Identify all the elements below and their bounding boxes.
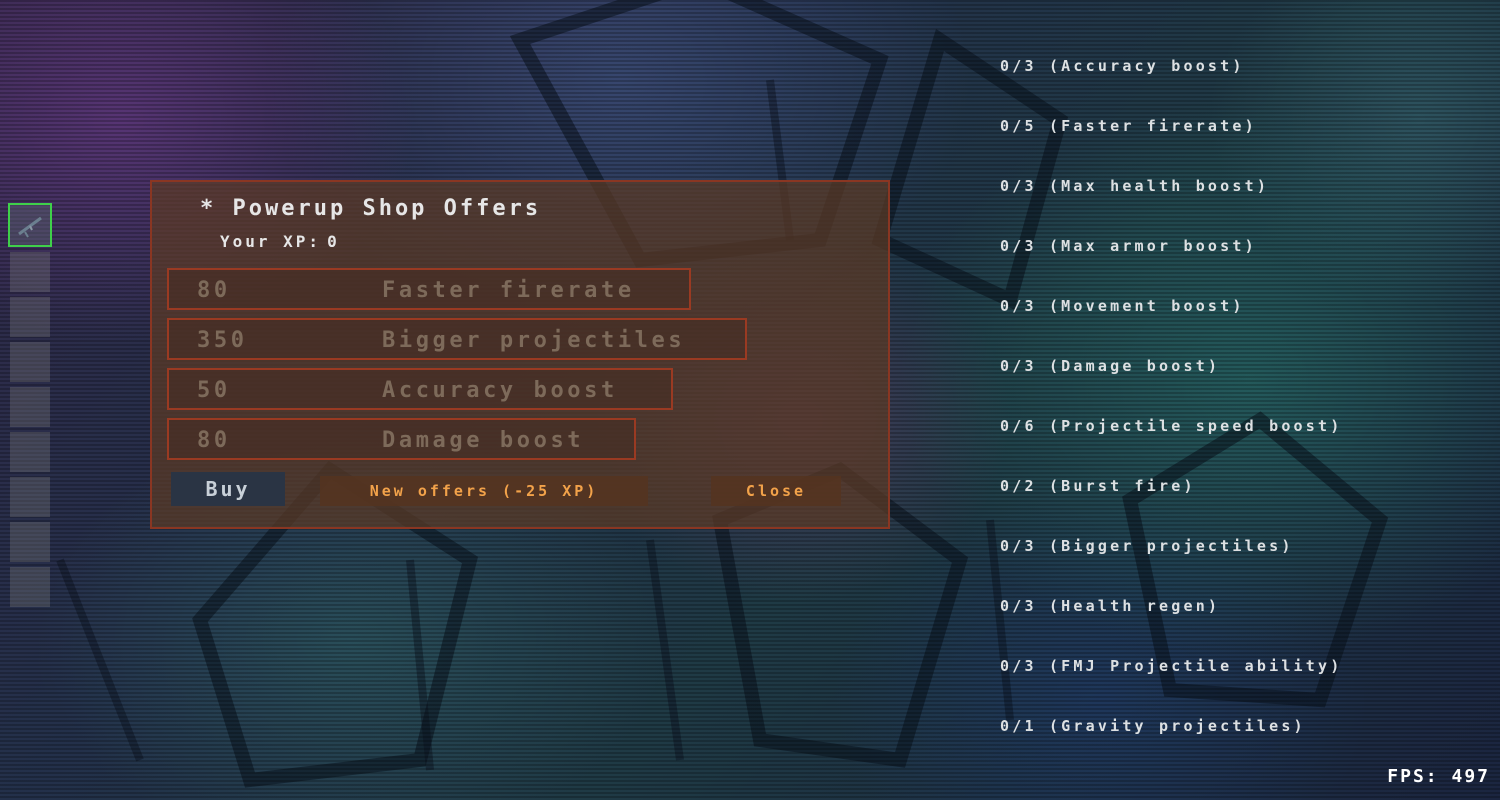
fps-counter: FPS: 497	[1387, 766, 1490, 787]
rifle-icon	[18, 216, 42, 238]
offer-price: 350	[197, 328, 248, 353]
offer-price: 80	[197, 278, 231, 303]
offer-name: Faster firerate	[382, 278, 635, 303]
offer-name: Accuracy boost	[382, 378, 618, 403]
offer-price: 50	[197, 378, 231, 403]
stat-name: (Max health boost)	[1048, 177, 1270, 195]
inventory-slot[interactable]	[10, 477, 50, 517]
buy-button[interactable]: Buy	[171, 472, 285, 506]
stat-name: (Movement boost)	[1048, 297, 1245, 315]
stat-level: 0/3	[1000, 537, 1037, 555]
new-offers-button[interactable]: New offers (-25 XP)	[320, 476, 648, 506]
powerup-shop-panel: * Powerup Shop Offers Your XP: 0 80 Faste…	[150, 180, 890, 529]
stat-row: 0/6 (Projectile speed boost)	[1000, 416, 1342, 436]
stat-row: 0/3 (Accuracy boost)	[1000, 56, 1342, 76]
inventory-slot[interactable]	[10, 387, 50, 427]
offer-name: Damage boost	[382, 428, 585, 453]
stat-level: 0/6	[1000, 417, 1037, 435]
stat-level: 0/3	[1000, 297, 1037, 315]
stat-level: 0/3	[1000, 357, 1037, 375]
stat-row: 0/3 (Bigger projectiles)	[1000, 536, 1342, 556]
offer-faster-firerate[interactable]: 80 Faster firerate	[167, 268, 691, 310]
stat-level: 0/5	[1000, 117, 1037, 135]
stat-row: 0/3 (Max health boost)	[1000, 176, 1342, 196]
offer-name: Bigger projectiles	[382, 328, 686, 353]
stat-name: (Accuracy boost)	[1048, 57, 1245, 75]
stat-name: (Gravity projectiles)	[1048, 717, 1306, 735]
stat-level: 0/3	[1000, 657, 1037, 675]
inventory-slot[interactable]	[10, 252, 50, 292]
stat-level: 0/2	[1000, 477, 1037, 495]
stat-row: 0/3 (Damage boost)	[1000, 356, 1342, 376]
stat-level: 0/3	[1000, 597, 1037, 615]
inventory-slot[interactable]	[10, 567, 50, 607]
stat-row: 0/5 (Faster firerate)	[1000, 116, 1342, 136]
offer-accuracy-boost[interactable]: 50 Accuracy boost	[167, 368, 673, 410]
inventory-hotbar	[8, 203, 52, 612]
stat-name: (Projectile speed boost)	[1048, 417, 1343, 435]
inventory-slot[interactable]	[10, 522, 50, 562]
inventory-slot[interactable]	[10, 297, 50, 337]
offer-price: 80	[197, 428, 231, 453]
stat-name: (FMJ Projectile ability)	[1048, 657, 1343, 675]
stat-name: (Max armor boost)	[1048, 237, 1257, 255]
stat-row: 0/1 (Gravity projectiles)	[1000, 716, 1342, 736]
stat-name: (Damage boost)	[1048, 357, 1221, 375]
offer-damage-boost[interactable]: 80 Damage boost	[167, 418, 636, 460]
stat-level: 0/1	[1000, 717, 1037, 735]
stat-name: (Burst fire)	[1048, 477, 1196, 495]
offer-bigger-projectiles[interactable]: 350 Bigger projectiles	[167, 318, 747, 360]
close-button[interactable]: Close	[711, 476, 841, 506]
shop-title: * Powerup Shop Offers	[200, 196, 542, 221]
xp-value: 0	[327, 232, 340, 251]
stat-level: 0/3	[1000, 177, 1037, 195]
stat-row: 0/3 (Max armor boost)	[1000, 236, 1342, 256]
stat-name: (Bigger projectiles)	[1048, 537, 1294, 555]
xp-display: Your XP: 0	[220, 232, 340, 251]
stat-level: 0/3	[1000, 237, 1037, 255]
stat-row: 0/3 (Health regen)	[1000, 596, 1342, 616]
stat-level: 0/3	[1000, 57, 1037, 75]
stat-name: (Faster firerate)	[1048, 117, 1257, 135]
inventory-slot-selected[interactable]	[8, 203, 52, 247]
inventory-slot[interactable]	[10, 342, 50, 382]
inventory-slot[interactable]	[10, 432, 50, 472]
stat-row: 0/2 (Burst fire)	[1000, 476, 1342, 496]
stat-row: 0/3 (Movement boost)	[1000, 296, 1342, 316]
stat-row: 0/3 (FMJ Projectile ability)	[1000, 656, 1342, 676]
powerup-stats-list: 0/3 (Accuracy boost) 0/5 (Faster firerat…	[1000, 16, 1342, 756]
xp-label: Your XP:	[220, 232, 322, 251]
stat-name: (Health regen)	[1048, 597, 1221, 615]
